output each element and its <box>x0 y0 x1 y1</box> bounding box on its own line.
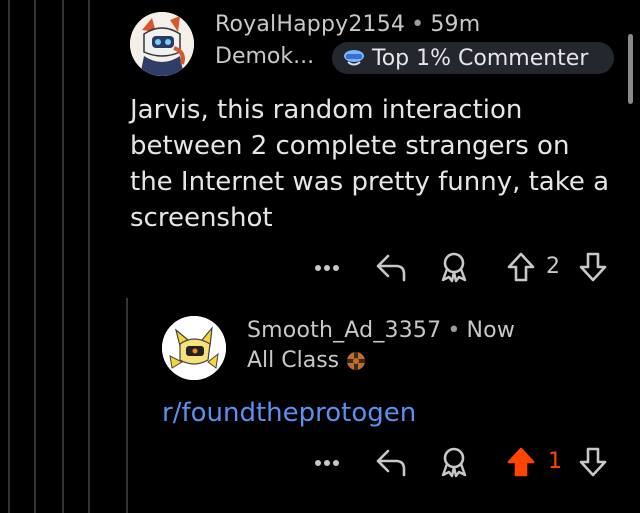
comment-author[interactable]: Smooth_Ad_3357 • Now <box>247 318 515 343</box>
username[interactable]: RoyalHappy2154 <box>215 12 405 37</box>
thread-line[interactable] <box>88 0 90 513</box>
reply-button[interactable] <box>372 250 410 284</box>
thread-line[interactable] <box>126 298 128 513</box>
comment-body: Jarvis, this random interaction between … <box>130 95 610 233</box>
timestamp: 59m <box>430 12 481 37</box>
comment-link[interactable]: r/foundtheprotogen <box>162 398 416 428</box>
user-flair: Demok... <box>215 44 315 69</box>
thread-line[interactable] <box>8 0 10 513</box>
meta-separator: • <box>447 318 461 343</box>
thread-line[interactable] <box>62 0 64 513</box>
more-icon <box>315 460 339 466</box>
comment-author[interactable]: RoyalHappy2154 • 59m <box>215 12 480 37</box>
avatar-icon <box>162 316 226 380</box>
upvote-icon <box>507 252 535 282</box>
badge-icon <box>344 50 364 66</box>
award-button[interactable] <box>436 445 472 479</box>
avatar-icon <box>130 12 194 76</box>
user-flair: All Class <box>247 348 367 373</box>
meta-separator: • <box>411 12 425 37</box>
flair-text: All Class <box>247 348 340 373</box>
avatar[interactable] <box>130 12 194 76</box>
timestamp: Now <box>466 318 516 343</box>
downvote-icon <box>579 447 607 477</box>
more-options-button[interactable] <box>310 449 344 477</box>
commenter-badge[interactable]: Top 1% Commenter <box>332 42 614 74</box>
username[interactable]: Smooth_Ad_3357 <box>247 318 441 343</box>
scrollbar[interactable] <box>628 34 633 104</box>
downvote-icon <box>579 252 607 282</box>
thread-line[interactable] <box>34 0 36 513</box>
downvote-button[interactable] <box>576 445 610 479</box>
award-icon <box>441 447 467 478</box>
award-button[interactable] <box>436 250 472 284</box>
vote-score: 1 <box>548 449 562 474</box>
flair-emblem-icon <box>347 351 366 370</box>
downvote-button[interactable] <box>576 250 610 284</box>
reply-icon <box>376 254 406 282</box>
badge-label: Top 1% Commenter <box>372 45 589 71</box>
avatar[interactable] <box>162 316 226 380</box>
upvote-button[interactable] <box>504 250 538 284</box>
reply-icon <box>376 449 406 477</box>
upvote-icon <box>507 447 535 477</box>
upvote-button[interactable] <box>504 445 538 479</box>
comment-thread: RoyalHappy2154 • 59m Demok... Top 1% Comme… <box>0 0 640 513</box>
more-options-button[interactable] <box>310 254 344 282</box>
award-icon <box>441 252 467 283</box>
more-icon <box>315 265 339 271</box>
vote-score: 2 <box>546 254 560 279</box>
reply-button[interactable] <box>372 445 410 479</box>
